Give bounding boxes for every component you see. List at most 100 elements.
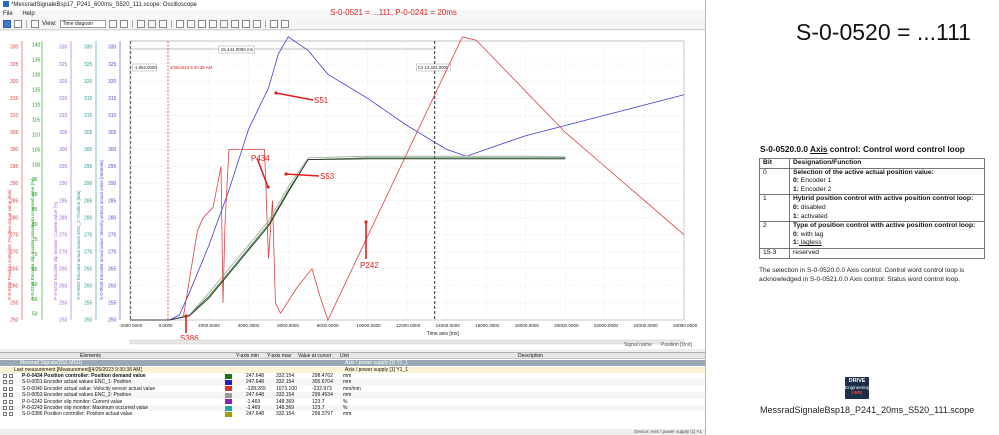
- menu-file[interactable]: File: [3, 11, 13, 17]
- row-visibility-checkbox[interactable]: [9, 380, 13, 385]
- back-icon[interactable]: [136, 20, 145, 28]
- row-visibility-checkbox[interactable]: [9, 406, 13, 410]
- col-y-min[interactable]: Y-axis min: [236, 353, 266, 359]
- col-description[interactable]: Description: [518, 353, 578, 359]
- y2-tick-label: 140: [32, 43, 41, 49]
- cursor-delta-label: 15.444.0000 ms: [221, 47, 254, 52]
- row-checkbox[interactable]: [3, 380, 7, 385]
- bit-option: 0: Encoder 1: [793, 177, 981, 186]
- zoom-in-icon[interactable]: [147, 20, 156, 28]
- y-tick-label: 265: [84, 267, 93, 273]
- col-y-max[interactable]: Y-axis max: [267, 353, 297, 359]
- bit-number: 1: [759, 194, 790, 223]
- unit: mm: [343, 411, 352, 418]
- y-tick-label: 310: [108, 113, 117, 119]
- signal-color-swatch[interactable]: [225, 405, 232, 411]
- y-tick-label: 250: [59, 318, 68, 324]
- y-tick-label: 290: [84, 181, 93, 187]
- layout-right-icon[interactable]: [280, 20, 289, 28]
- y-tick-label: 325: [59, 62, 68, 68]
- y-tick-label: 320: [108, 79, 117, 85]
- settings-icon[interactable]: [252, 20, 261, 28]
- col-unit[interactable]: Unit: [340, 353, 360, 359]
- y-tick-label: 315: [10, 96, 19, 102]
- new-scope-icon[interactable]: [3, 20, 11, 28]
- measure-icon[interactable]: [230, 20, 239, 28]
- horizontal-scrollbar[interactable]: [129, 339, 685, 345]
- trigger-timestamp: 4/25/2023 9:30:38 AM: [170, 65, 212, 70]
- signal-color-swatch[interactable]: [225, 380, 232, 386]
- y-tick-label: 310: [10, 113, 19, 119]
- y2-tick-label: 105: [32, 147, 41, 153]
- signal-color-swatch[interactable]: [225, 399, 232, 405]
- y-tick-label: 325: [10, 62, 19, 68]
- y-tick-label: 260: [84, 284, 93, 290]
- cursor-1-icon[interactable]: [175, 20, 184, 28]
- doc-heading-post: control: Control word control loop: [827, 144, 965, 154]
- row-visibility-checkbox[interactable]: [9, 399, 13, 404]
- y-tick-label: 300: [84, 147, 93, 153]
- group-row-measurement[interactable]: Messrad Signale(S51 MSG) Axis / power su…: [0, 360, 705, 367]
- y-tick-label: 305: [59, 130, 68, 136]
- view-icon[interactable]: [31, 20, 39, 28]
- x-tick-label: 14000.0000: [436, 323, 461, 328]
- col-value-at-cursor[interactable]: Value at cursor: [298, 353, 338, 359]
- x-tick-label: 26000.0000: [673, 323, 698, 328]
- refresh-icon[interactable]: [241, 20, 250, 28]
- group-description: Axis / power supply [1] Y1_1: [345, 360, 408, 366]
- cursor-1-label: -1.962.0000: [134, 65, 158, 70]
- signal-name-header: Signal name: [624, 342, 652, 348]
- y-tick-label: 295: [59, 164, 68, 170]
- step-icon[interactable]: [208, 20, 217, 28]
- y-tick-label: 290: [10, 181, 19, 187]
- x-tick-label: 6000.0000: [277, 323, 299, 328]
- y-tick-label: 310: [59, 113, 68, 119]
- row-checkbox[interactable]: [3, 406, 7, 410]
- oscilloscope-chart[interactable]: 330 330 330 330 325 325 325 325 320 320 320 320 315 3…: [0, 31, 706, 349]
- signal-color-swatch[interactable]: [225, 386, 232, 392]
- group-row-last-measurement[interactable]: Last measurement [Measurement][4/25/2023…: [0, 366, 705, 373]
- y-axis-label: S-0-0040 Encoder actual value: Velocity …: [99, 160, 104, 300]
- y2-tick-label: 100: [32, 162, 41, 168]
- view-label: View:: [42, 20, 57, 27]
- table-row[interactable]: S-0-0386 Position controller: Position a…: [0, 411, 705, 418]
- export-icon[interactable]: [108, 20, 117, 28]
- play-icon[interactable]: [197, 20, 206, 28]
- row-checkbox[interactable]: [3, 393, 7, 398]
- bit-option: 0: disabled: [793, 204, 981, 213]
- row-checkbox[interactable]: [3, 386, 7, 391]
- y-tick-label: 285: [108, 198, 117, 204]
- save-icon[interactable]: [14, 20, 22, 28]
- y-tick-label: 290: [59, 181, 68, 187]
- plot-area[interactable]: 330 330 330 330 325 325 325 325 320 320 320 320 315 3…: [0, 31, 706, 349]
- row-visibility-checkbox[interactable]: [9, 386, 13, 391]
- bit-row-1: 1 Hybrid position control with active po…: [759, 194, 985, 223]
- row-checkbox[interactable]: [3, 374, 7, 378]
- menu-help[interactable]: Help: [22, 11, 34, 17]
- y-tick-label: 300: [59, 147, 68, 153]
- row-visibility-checkbox[interactable]: [9, 374, 13, 378]
- status-bar: Device: Axis / power supply [1] Y1: [0, 429, 705, 435]
- row-checkbox[interactable]: [3, 399, 7, 404]
- x-tick-label: -2000.0000: [119, 323, 143, 328]
- layout-left-icon[interactable]: [269, 20, 278, 28]
- view-select[interactable]: Time diagram: [59, 20, 106, 28]
- signal-color-swatch[interactable]: [225, 412, 232, 418]
- x-tick-label: 0.0000: [159, 323, 173, 328]
- stop-icon[interactable]: [219, 20, 228, 28]
- y-tick-label: 320: [10, 79, 19, 85]
- signal-color-swatch[interactable]: [225, 392, 232, 398]
- row-visibility-checkbox[interactable]: [9, 412, 13, 417]
- row-checkbox[interactable]: [3, 412, 7, 417]
- y-tick-label: 275: [108, 232, 117, 238]
- signal-color-swatch[interactable]: [225, 373, 232, 379]
- cursor-2-icon[interactable]: [186, 20, 195, 28]
- bit-option: 1: Encoder 2: [793, 186, 981, 195]
- col-elements[interactable]: Elements: [80, 353, 160, 359]
- table-header: Elements Y-axis min Y-axis max Value at …: [0, 353, 705, 360]
- y-tick-label: 250: [10, 318, 19, 324]
- row-visibility-checkbox[interactable]: [9, 393, 13, 398]
- print-icon[interactable]: [119, 20, 128, 28]
- zoom-out-icon[interactable]: [158, 20, 167, 28]
- doc-heading-link[interactable]: Axis: [810, 144, 828, 154]
